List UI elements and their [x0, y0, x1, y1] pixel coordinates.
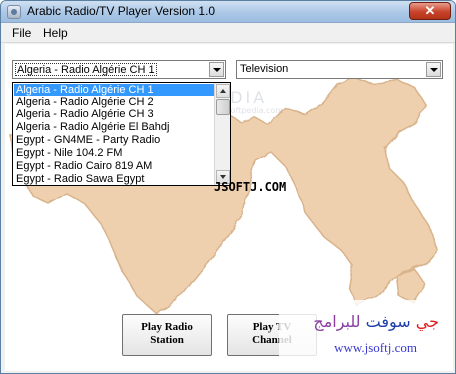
play-radio-button[interactable]: Play Radio Station [122, 314, 212, 356]
menu-help[interactable]: Help [43, 26, 68, 40]
main-panel: SOFTPEDIA www.softpedia.com Algeria - Ra… [5, 44, 453, 371]
list-item[interactable]: Egypt - GN4ME - Party Radio [14, 134, 214, 146]
map-island [396, 269, 426, 303]
list-item[interactable]: Egypt - Nile 104.2 FM [14, 147, 214, 159]
list-item[interactable]: Algeria - Radio Algérie CH 3 [14, 108, 214, 120]
station-dropdown-arrow-icon[interactable] [209, 62, 224, 77]
dropdown-scrollbar[interactable] [214, 83, 230, 185]
logo-arabic-word-1: جي [415, 312, 439, 331]
list-item[interactable]: Algeria - Radio Algérie CH 1 [14, 84, 214, 96]
app-icon [7, 5, 21, 19]
list-item[interactable]: Egypt - Radio Sawa Egypt [14, 173, 214, 185]
title-bar[interactable]: Arabic Radio/TV Player Version 1.0 ✕ [1, 1, 455, 23]
close-button[interactable]: ✕ [409, 2, 451, 20]
station-select-value: Algeria - Radio Algérie CH 1 [15, 63, 157, 76]
media-type-select-value: Television [240, 63, 289, 75]
station-select[interactable]: Algeria - Radio Algérie CH 1 [12, 60, 226, 79]
window-title: Arabic Radio/TV Player Version 1.0 [27, 4, 216, 18]
logo-arabic-word-3: للبرامج [313, 312, 361, 331]
media-type-dropdown-arrow-icon[interactable] [426, 62, 441, 77]
list-item[interactable]: Algeria - Radio Algérie CH 2 [14, 96, 214, 108]
logo-arabic-text: جي سوفت للبرامج [313, 312, 439, 331]
app-window: Arabic Radio/TV Player Version 1.0 ✕ Fil… [0, 0, 456, 374]
scroll-up-icon[interactable] [216, 84, 230, 98]
play-radio-label-line2: Station [150, 334, 184, 346]
play-radio-label-line1: Play Radio [141, 321, 193, 333]
media-type-select[interactable]: Television [236, 60, 443, 79]
menu-bar: File Help [1, 23, 455, 43]
site-label: JSOFTJ.COM [214, 180, 287, 194]
station-dropdown-list[interactable]: Algeria - Radio Algérie CH 1 Algeria - R… [12, 82, 231, 186]
logo-url: www.jsoftj.com [334, 340, 417, 355]
list-item[interactable]: Algeria - Radio Algérie El Bahdj [14, 121, 214, 133]
jsoftj-logo: جي سوفت للبرامج www.jsoftj.com [279, 300, 453, 366]
menu-file[interactable]: File [12, 26, 31, 40]
scroll-thumb[interactable] [216, 99, 230, 115]
list-item[interactable]: Egypt - Radio Cairo 819 AM [14, 160, 214, 172]
logo-arabic-word-2: سوفت [365, 312, 411, 331]
